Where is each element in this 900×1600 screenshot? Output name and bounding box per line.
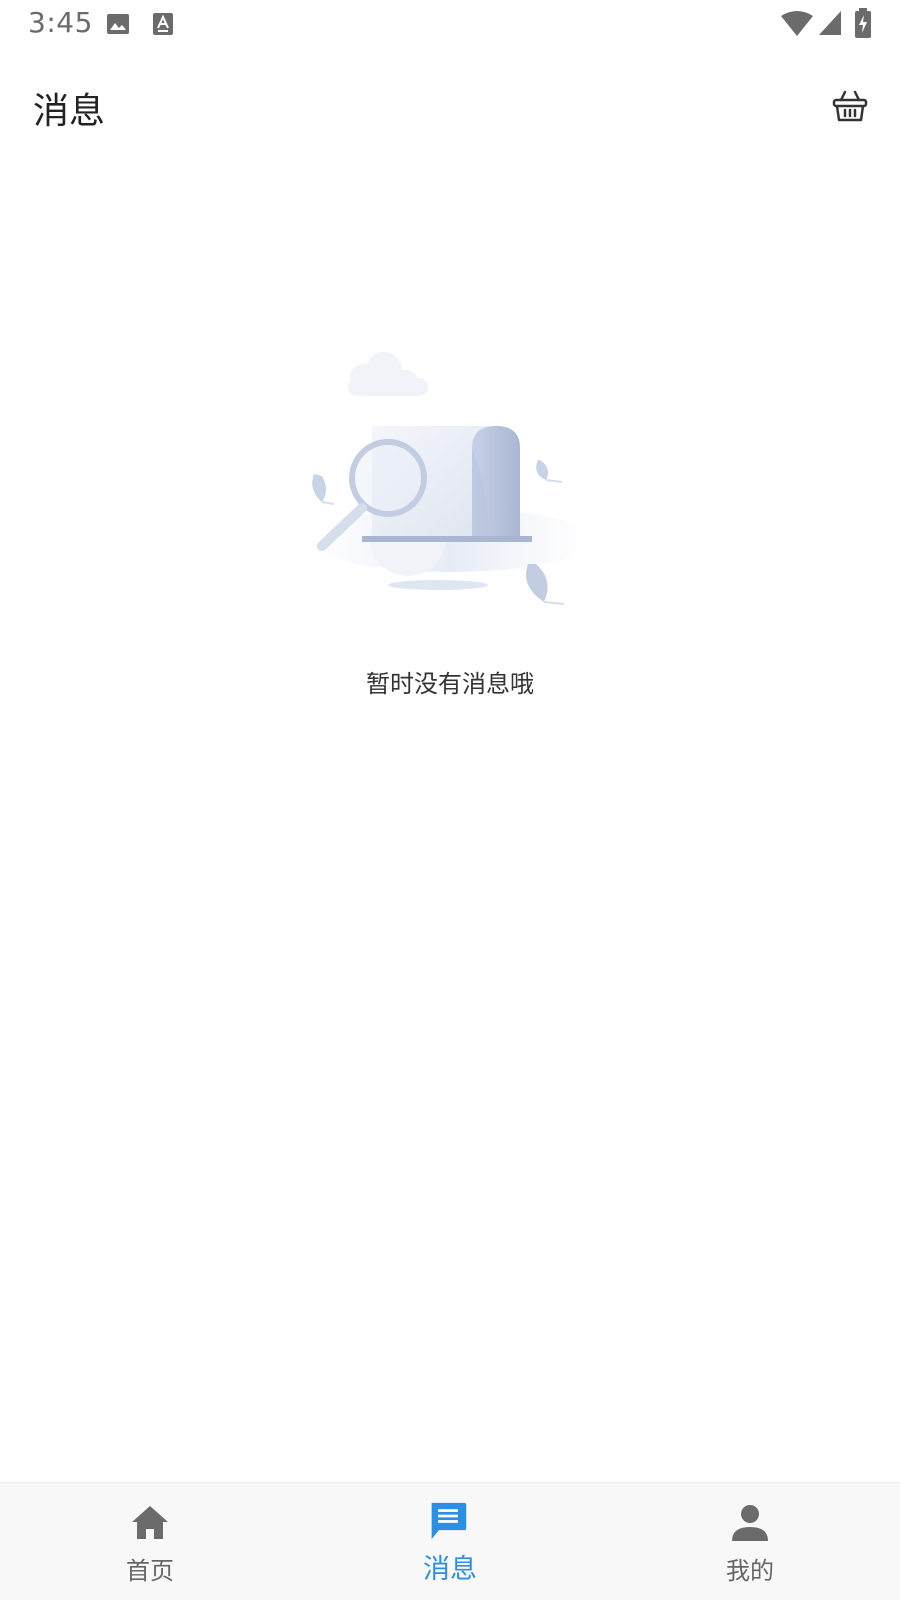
- status-bar: 3:45: [0, 0, 900, 48]
- basket-icon: [832, 90, 868, 122]
- nav-label-profile: 我的: [726, 1557, 774, 1585]
- signal-icon: [818, 10, 842, 40]
- image-icon: [106, 12, 130, 40]
- status-time: 3:45: [28, 6, 93, 39]
- cloud-shape: [348, 352, 428, 396]
- basket-button[interactable]: [830, 86, 870, 126]
- keyboard-a-icon: [152, 12, 174, 40]
- wifi-icon: [780, 10, 814, 42]
- nav-item-messages[interactable]: 消息: [300, 1483, 600, 1600]
- nav-label-home: 首页: [126, 1557, 174, 1585]
- home-icon: [132, 1506, 168, 1539]
- app-header: 消息: [0, 64, 900, 144]
- person-icon: [732, 1505, 768, 1541]
- empty-messages-illustration: [300, 350, 600, 620]
- bottom-nav: 首页 消息 我的: [0, 1482, 900, 1600]
- nav-label-messages: 消息: [423, 1554, 477, 1585]
- nav-item-home[interactable]: 首页: [0, 1483, 300, 1600]
- message-icon: [431, 1502, 467, 1540]
- page-title: 消息: [33, 91, 106, 132]
- nav-item-profile[interactable]: 我的: [600, 1483, 900, 1600]
- battery-charging-icon: [855, 8, 871, 42]
- empty-state-message: 暂时没有消息哦: [366, 670, 534, 698]
- screen: 3:45 消息 暂时没有消息哦 首页 消息 我的: [0, 0, 900, 1600]
